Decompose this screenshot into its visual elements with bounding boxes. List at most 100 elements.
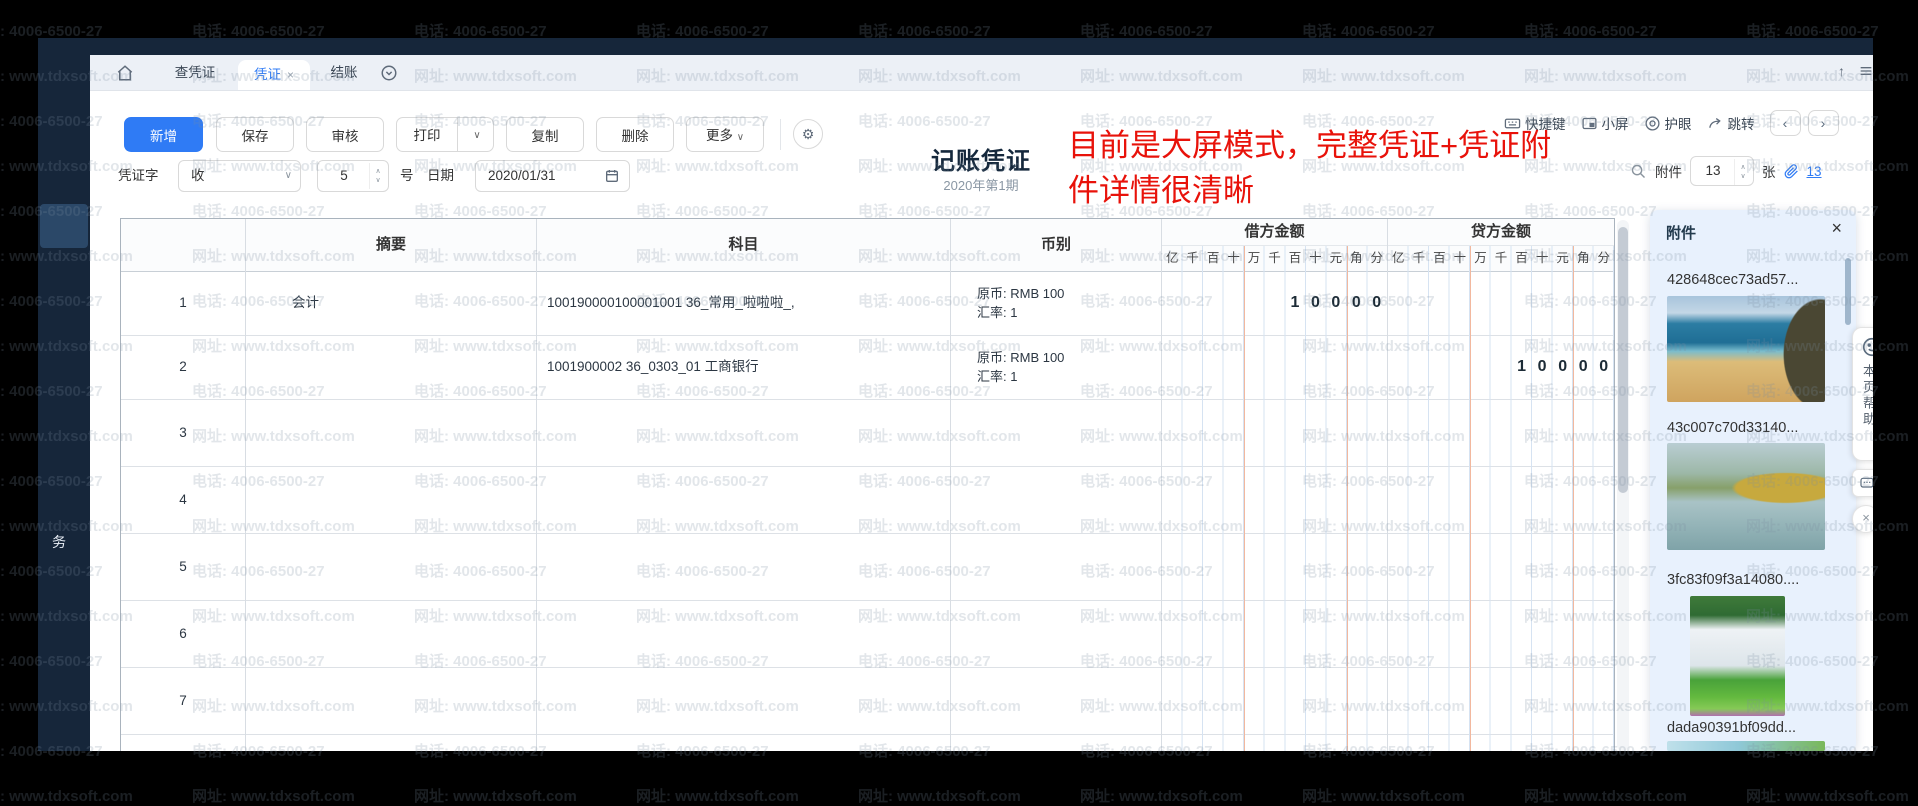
credit-cell[interactable] <box>1388 734 1614 751</box>
table-scrollbar-thumb[interactable] <box>1618 227 1628 493</box>
credit-cell[interactable] <box>1388 466 1614 533</box>
step-down-icon[interactable]: ∨ <box>1740 172 1745 181</box>
currency-cell[interactable] <box>951 466 1162 533</box>
summary-cell[interactable] <box>246 734 537 751</box>
close-icon[interactable]: × <box>1831 218 1842 239</box>
close-helper-button[interactable]: × <box>1852 505 1873 533</box>
more-button[interactable]: 更多 ∨ <box>686 117 764 152</box>
new-button[interactable]: 新增 <box>124 117 203 152</box>
delete-button[interactable]: 删除 <box>596 117 674 152</box>
summary-cell[interactable] <box>246 466 537 533</box>
voucher-number-stepper[interactable]: 5 ∧∨ <box>317 160 389 192</box>
credit-cell[interactable]: 10000 <box>1388 335 1614 399</box>
more-dropdown-icon: ∨ <box>737 132 744 143</box>
scroll-top-icon[interactable]: ↑ <box>1838 63 1856 81</box>
debit-cell[interactable] <box>1162 533 1388 600</box>
paperclip-icon[interactable] <box>1784 164 1799 179</box>
tab-list-icon[interactable] <box>1858 63 1873 81</box>
voucher-word-select[interactable]: 收 ∨ <box>178 160 301 192</box>
tab-history-icon[interactable] <box>380 64 398 82</box>
feedback-button[interactable] <box>1852 469 1873 497</box>
jump-button[interactable]: 跳转 <box>1707 113 1755 133</box>
account-cell[interactable] <box>537 667 951 734</box>
date-field[interactable]: 2020/01/31 <box>475 160 630 192</box>
currency-cell[interactable] <box>951 399 1162 466</box>
header-credit: 贷方金额 亿千百十万千百十元角分 <box>1388 219 1614 271</box>
credit-cell[interactable] <box>1388 533 1614 600</box>
account-cell[interactable] <box>537 466 951 533</box>
currency-cell[interactable] <box>951 533 1162 600</box>
attachment-thumbnail[interactable] <box>1690 596 1785 716</box>
attachment-filename[interactable]: 43c007c70d33140... <box>1667 420 1798 436</box>
step-down-icon[interactable]: ∨ <box>375 176 380 185</box>
small-screen-button[interactable]: 小屏 <box>1581 113 1629 133</box>
assistant-icon[interactable] <box>1861 336 1873 358</box>
attachment-thumbnail[interactable] <box>1667 296 1825 402</box>
panel-scrollbar-thumb[interactable] <box>1845 258 1851 325</box>
credit-cell[interactable] <box>1388 271 1614 335</box>
credit-cell[interactable] <box>1388 600 1614 667</box>
audit-button[interactable]: 审核 <box>306 117 384 152</box>
debit-cell[interactable] <box>1162 600 1388 667</box>
next-voucher-button[interactable]: › <box>1808 110 1839 136</box>
summary-cell[interactable] <box>246 533 537 600</box>
digit-col: 元 <box>1326 246 1346 271</box>
tab-close-icon[interactable]: × <box>287 68 294 82</box>
tab-check-voucher[interactable]: 查凭证 <box>160 55 230 90</box>
left-nav-selected-item[interactable] <box>40 204 88 248</box>
summary-cell[interactable]: 会计 <box>246 271 537 335</box>
debit-cell[interactable] <box>1162 466 1388 533</box>
summary-cell[interactable] <box>246 667 537 734</box>
calendar-icon[interactable] <box>604 168 620 184</box>
attachment-filename[interactable]: dada90391bf09dd... <box>1667 720 1796 736</box>
summary-cell[interactable] <box>246 399 537 466</box>
account-cell[interactable]: 1001900002 36_0303_01 工商银行 <box>537 335 951 399</box>
credit-cell[interactable] <box>1388 399 1614 466</box>
currency-cell[interactable]: 原币: RMB 100汇率: 1 <box>951 335 1162 399</box>
search-icon[interactable] <box>1630 163 1647 180</box>
debit-cell[interactable] <box>1162 734 1388 751</box>
stepper-arrows-icon[interactable]: ∧∨ <box>1734 159 1751 185</box>
stepper-arrows-icon[interactable]: ∧∨ <box>369 163 386 189</box>
help-flyout[interactable]: 本页帮助 <box>1852 327 1873 461</box>
attachment-filename[interactable]: 3fc83f09f3a14080.... <box>1667 572 1799 588</box>
currency-cell[interactable] <box>951 667 1162 734</box>
date-value: 2020/01/31 <box>488 161 556 191</box>
settings-icon[interactable]: ⚙ <box>793 119 823 149</box>
debit-cell[interactable] <box>1162 399 1388 466</box>
credit-cell[interactable] <box>1388 667 1614 734</box>
digit: 0 <box>1326 271 1346 335</box>
copy-button[interactable]: 复制 <box>506 117 584 152</box>
home-icon[interactable] <box>116 64 134 82</box>
currency-cell[interactable] <box>951 734 1162 751</box>
chevron-down-icon[interactable]: ∨ <box>285 161 292 191</box>
account-cell[interactable] <box>537 533 951 600</box>
digit <box>1429 335 1450 399</box>
attachment-filename[interactable]: 428648cec73ad57... <box>1667 272 1798 288</box>
account-cell[interactable] <box>537 399 951 466</box>
summary-cell[interactable] <box>246 600 537 667</box>
attachment-count-stepper[interactable]: 13 ∧∨ <box>1690 156 1754 186</box>
account-cell[interactable] <box>537 600 951 667</box>
tab-closing[interactable]: 结账 <box>318 55 370 90</box>
step-up-icon[interactable]: ∧ <box>1740 163 1745 172</box>
attachment-thumbnail[interactable] <box>1667 741 1825 751</box>
attachment-thumbnail[interactable] <box>1667 443 1825 550</box>
summary-cell[interactable] <box>246 335 537 399</box>
print-dropdown-icon[interactable]: ∨ <box>461 118 493 153</box>
step-up-icon[interactable]: ∧ <box>375 167 380 176</box>
account-cell[interactable]: 100190000100001001 36_常用_啦啦啦_, <box>537 271 951 335</box>
attachment-link[interactable]: 13 <box>1807 164 1822 179</box>
debit-cell[interactable]: 10000 <box>1162 271 1388 335</box>
tab-voucher[interactable]: 凭证× <box>238 60 310 90</box>
eye-care-button[interactable]: 护眼 <box>1644 113 1692 133</box>
save-button[interactable]: 保存 <box>216 117 294 152</box>
prev-voucher-button[interactable]: ‹ <box>1770 110 1801 136</box>
account-cell[interactable] <box>537 734 951 751</box>
debit-cell[interactable] <box>1162 335 1388 399</box>
print-split-button[interactable]: 打印 ∨ <box>396 117 494 152</box>
print-button[interactable]: 打印 <box>397 118 457 153</box>
currency-cell[interactable]: 原币: RMB 100汇率: 1 <box>951 271 1162 335</box>
currency-cell[interactable] <box>951 600 1162 667</box>
debit-cell[interactable] <box>1162 667 1388 734</box>
